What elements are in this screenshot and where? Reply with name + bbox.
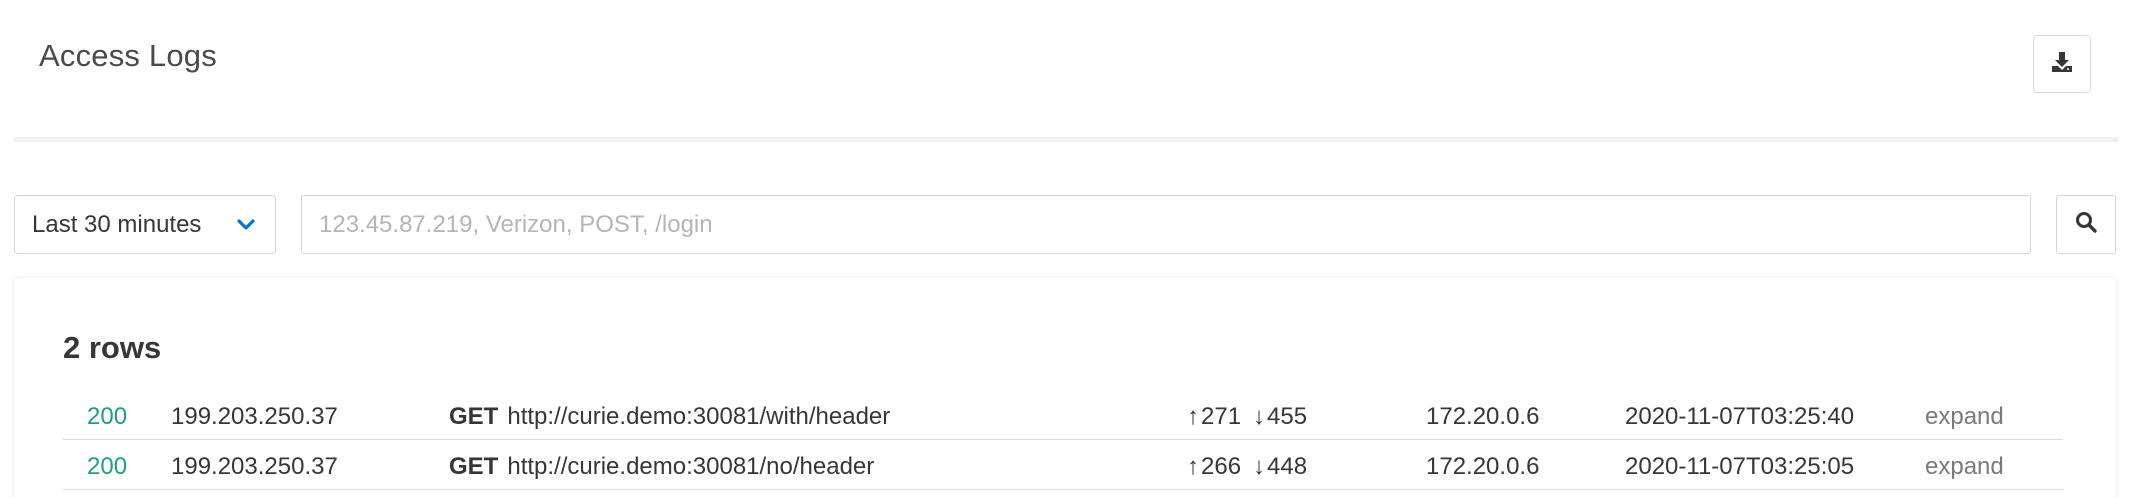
status-code: 200 <box>87 403 128 430</box>
rows-count: 2 rows <box>63 330 162 365</box>
download-icon <box>2050 50 2074 79</box>
down-arrow-icon: ↓ <box>1253 453 1266 480</box>
results-card: 2 rows 200 199.203.250.37 GET http://curi… <box>14 278 2116 498</box>
request-url: http://curie.demo:30081/no/header <box>507 453 875 480</box>
page-title: Access Logs <box>39 38 217 73</box>
status-code: 200 <box>87 453 128 480</box>
request-method: GET <box>449 403 499 430</box>
expand-link[interactable]: expand <box>1925 453 2004 481</box>
timestamp: 2020-11-07T03:25:05 <box>1625 453 1855 480</box>
access-log-table: 200 199.203.250.37 GET http://curie.demo:… <box>63 390 2063 490</box>
request-method: GET <box>449 453 499 480</box>
page-header: Access Logs <box>14 0 2118 142</box>
time-range-dropdown[interactable]: Last 30 minutes <box>14 195 276 254</box>
search-button[interactable] <box>2056 195 2116 254</box>
client-ip: 199.203.250.37 <box>171 453 338 480</box>
timestamp: 2020-11-07T03:25:40 <box>1625 403 1855 430</box>
request: GET http://curie.demo:30081/with/header <box>449 403 890 431</box>
access-logs-page: Access Logs Last 30 minutes 123.45.87.21… <box>0 0 2136 498</box>
client-ip: 199.203.250.37 <box>171 403 338 430</box>
chevron-down-icon <box>237 216 255 239</box>
table-row: 200 199.203.250.37 GET http://curie.demo:… <box>63 390 2063 440</box>
bytes-transferred: ↑266 ↓448 <box>1187 453 1307 481</box>
expand-link[interactable]: expand <box>1925 403 2004 431</box>
upstream-address: 172.20.0.6 <box>1426 403 1540 430</box>
download-button[interactable] <box>2033 35 2091 93</box>
down-arrow-icon: ↓ <box>1253 403 1266 430</box>
bytes-up: 271 <box>1201 403 1242 430</box>
bytes-up: 266 <box>1201 453 1242 480</box>
request-url: http://curie.demo:30081/with/header <box>507 403 891 430</box>
bytes-down: 448 <box>1267 453 1308 480</box>
bytes-down: 455 <box>1267 403 1308 430</box>
up-arrow-icon: ↑ <box>1187 453 1199 480</box>
search-icon <box>2074 210 2098 239</box>
up-arrow-icon: ↑ <box>1187 403 1199 430</box>
upstream-address: 172.20.0.6 <box>1426 453 1540 480</box>
time-range-label: Last 30 minutes <box>32 210 202 238</box>
search-input[interactable] <box>301 195 2031 254</box>
request: GET http://curie.demo:30081/no/header <box>449 453 874 481</box>
table-row: 200 199.203.250.37 GET http://curie.demo:… <box>63 440 2063 490</box>
bytes-transferred: ↑271 ↓455 <box>1187 403 1307 431</box>
